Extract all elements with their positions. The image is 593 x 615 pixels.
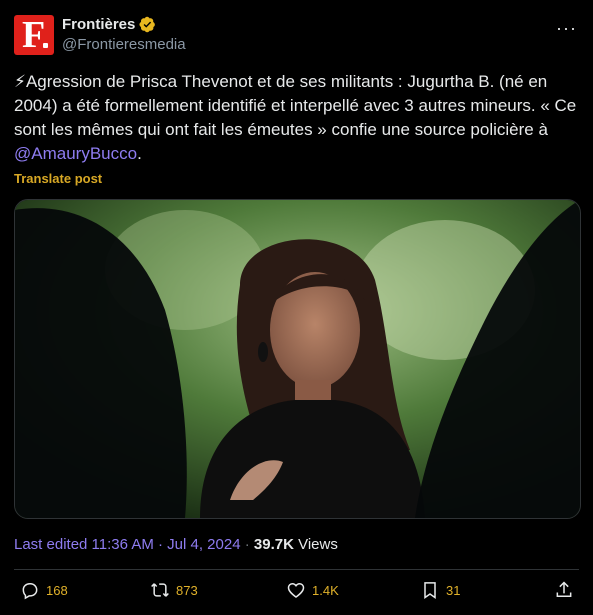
share-button[interactable] [554,580,574,600]
reply-count: 168 [46,582,68,598]
post-body: Agression de Prisca Thevenot et de ses m… [14,72,577,139]
divider [14,569,579,570]
reply-button[interactable]: 168 [20,580,68,600]
timestamp-link[interactable]: Last edited 11:36 AM · Jul 4, 2024 [14,536,241,553]
mention-link[interactable]: @AmauryBucco [14,144,137,163]
views-count: 39.7K [253,536,294,553]
post-header: F Frontières @Frontieresmedia ··· [14,14,579,58]
repost-count: 873 [176,582,198,598]
photo-illustration [15,200,580,518]
bookmark-button[interactable]: 31 [420,580,460,600]
post-image[interactable] [14,199,581,519]
share-icon [556,581,572,597]
bookmark-count: 31 [446,582,461,598]
avatar-dot [43,43,48,48]
verified-badge-icon[interactable] [139,16,156,33]
heart-icon [287,582,305,599]
action-bar: 168 873 1.4K 31 [14,580,579,608]
views-label: Views [298,536,338,553]
author-names: Frontières @Frontieresmedia [62,16,186,53]
avatar-letter: F [22,15,46,55]
bookmark-icon [424,582,436,599]
like-button[interactable]: 1.4K [286,580,339,600]
repost-button[interactable]: 873 [150,580,198,600]
translate-post-link[interactable]: Translate post [14,171,102,186]
more-options-icon[interactable]: ··· [556,18,577,39]
meta-separator: · [240,536,254,553]
avatar[interactable]: F [14,15,54,55]
post-text: ⚡Agression de Prisca Thevenot et de ses … [14,70,579,166]
lightning-emoji: ⚡ [14,72,26,91]
repost-icon [151,583,169,597]
handle[interactable]: @Frontieresmedia [62,36,186,53]
post-text-end: . [137,144,142,163]
post-meta: Last edited 11:36 AM · Jul 4, 2024 · 39.… [14,536,338,553]
display-name[interactable]: Frontières [62,16,135,33]
reply-icon [22,583,38,600]
like-count: 1.4K [312,582,339,598]
